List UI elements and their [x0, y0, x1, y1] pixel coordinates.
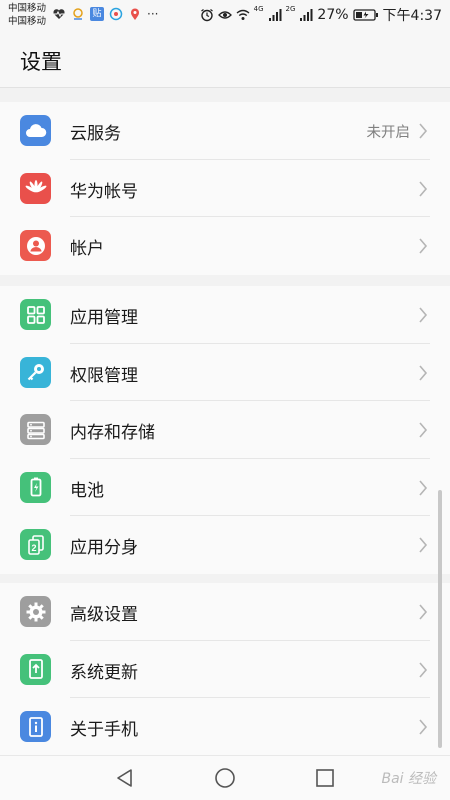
apps-grid-icon: [20, 299, 51, 330]
chevron-right-icon: [419, 479, 428, 496]
settings-item-cloud-service[interactable]: 云服务 未开启: [0, 102, 450, 160]
settings-item-label: 电池: [70, 480, 104, 501]
notification-icons: 贴 ···: [52, 7, 158, 21]
signal-2-icon: [300, 9, 313, 21]
battery-charging-icon: [352, 9, 378, 21]
settings-item-accounts[interactable]: 帐户: [0, 217, 450, 275]
chevron-right-icon: [419, 307, 428, 323]
settings-item-advanced-settings[interactable]: 高级设置: [0, 583, 450, 641]
settings-item-label: 云服务: [70, 124, 121, 144]
chevron-right-icon: [419, 604, 428, 620]
carrier-2: 中国移动: [8, 16, 47, 27]
settings-group-account: 云服务 未开启 华为帐号 帐户: [0, 102, 450, 275]
chevron-right-icon: [419, 238, 428, 254]
key-icon: [20, 356, 51, 388]
chevron-right-icon: [419, 422, 428, 438]
settings-item-battery[interactable]: 电池: [0, 459, 450, 516]
settings-item-huawei-account[interactable]: 华为帐号: [0, 160, 450, 217]
battery-icon: [20, 471, 51, 503]
recents-square-icon: [316, 769, 334, 787]
chevron-right-icon: [419, 123, 428, 139]
svg-text:2: 2: [31, 543, 36, 553]
info-icon: [20, 711, 51, 742]
system-status-icons: 4G 2G 27% 下午4:37: [200, 5, 442, 25]
chevron-right-icon: [419, 537, 428, 553]
home-button[interactable]: [213, 766, 237, 790]
tieba-badge: 贴: [90, 7, 104, 21]
signal-1-icon: [268, 9, 282, 21]
cloud-icon: [20, 115, 51, 146]
settings-item-app-twin[interactable]: 2 应用分身: [0, 516, 450, 574]
settings-item-label: 权限管理: [70, 365, 138, 386]
page-title: 设置: [20, 50, 62, 74]
home-circle-icon: [215, 768, 235, 788]
cloud-notification-icon: [73, 8, 83, 20]
network-2g-label: 2G: [285, 5, 296, 13]
watermark: Bai 经验: [381, 771, 436, 787]
app-twin-icon: 2: [20, 529, 51, 560]
settings-item-system-update[interactable]: 系统更新: [0, 641, 450, 698]
chevron-right-icon: [419, 364, 428, 381]
settings-item-label: 应用管理: [70, 308, 138, 328]
settings-item-label: 关于手机: [70, 720, 138, 740]
back-triangle-icon: [117, 769, 132, 787]
more-notifications: ···: [147, 7, 159, 21]
settings-item-value: 未开启: [366, 125, 411, 141]
scrollbar[interactable]: [438, 490, 442, 748]
clock: 下午4:37: [382, 8, 442, 24]
settings-group-system: 高级设置 系统更新 关于手机: [0, 583, 450, 756]
back-button[interactable]: [113, 766, 137, 790]
map-pin-icon: [131, 8, 139, 20]
huawei-icon: [20, 172, 51, 204]
status-bar: 中国移动 中国移动 贴 ··· 4G 2G 27% 下午4:37: [0, 0, 450, 32]
heart-rate-icon: [53, 9, 65, 19]
user-icon: [20, 230, 51, 261]
wifi-icon: [236, 9, 250, 20]
settings-group-apps: 应用管理 权限管理 内存和存储 电池 2 应用分身: [0, 286, 450, 574]
chevron-right-icon: [419, 661, 428, 678]
storage-icon: [20, 414, 51, 445]
alarm-icon: [200, 9, 213, 22]
settings-item-label: 应用分身: [70, 538, 138, 558]
gear-icon: [20, 596, 51, 627]
navigation-bar: Bai 经验: [0, 755, 450, 800]
eye-comfort-icon: [217, 11, 232, 19]
chevron-right-icon: [419, 180, 428, 197]
carrier-labels: 中国移动 中国移动: [8, 2, 46, 28]
network-4g-label: 4G: [253, 5, 264, 13]
settings-item-label: 华为帐号: [70, 181, 138, 202]
settings-item-app-management[interactable]: 应用管理: [0, 286, 450, 344]
settings-item-permission-management[interactable]: 权限管理: [0, 344, 450, 401]
settings-item-memory-storage[interactable]: 内存和存储: [0, 401, 450, 459]
carrier-1: 中国移动: [8, 3, 47, 14]
system-update-icon: [20, 653, 51, 685]
settings-item-about-phone[interactable]: 关于手机: [0, 698, 450, 756]
browser-icon: [109, 7, 123, 21]
settings-item-label: 内存和存储: [70, 423, 155, 443]
app-header: 设置: [0, 32, 450, 88]
settings-item-label: 高级设置: [70, 605, 138, 625]
recents-button[interactable]: [313, 766, 337, 790]
battery-percent: 27%: [317, 7, 349, 23]
settings-item-label: 系统更新: [70, 662, 138, 683]
settings-item-label: 帐户: [70, 239, 104, 259]
chevron-right-icon: [419, 719, 428, 735]
